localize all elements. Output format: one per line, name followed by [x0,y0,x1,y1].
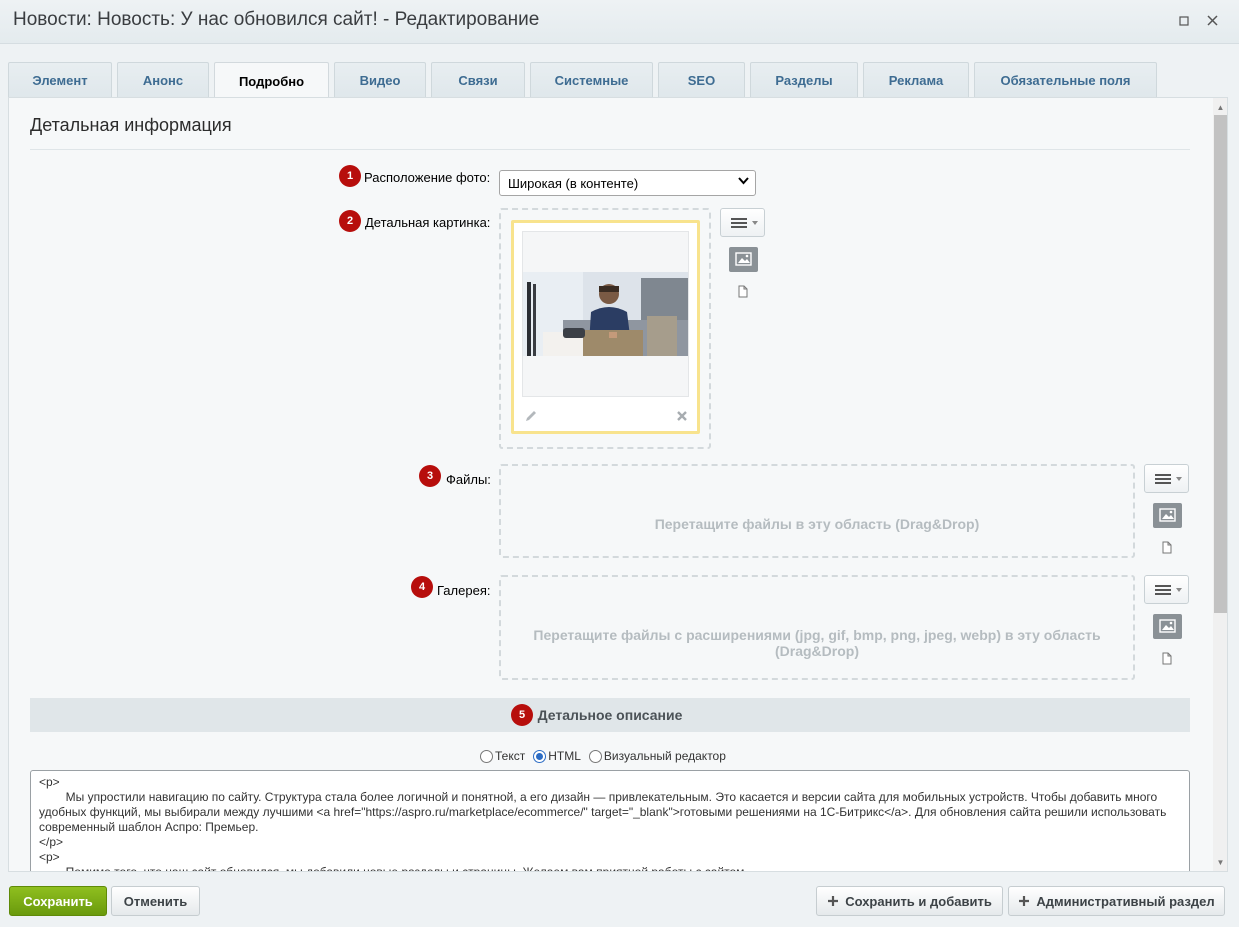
scroll-up-icon[interactable]: ▲ [1213,100,1227,115]
scrollbar-thumb[interactable] [1214,115,1227,613]
radio-text-label: Текст [495,749,526,763]
radio-html-label: HTML [548,749,581,763]
tab-element[interactable]: Элемент [8,62,112,98]
radio-visual-mode[interactable] [588,749,602,763]
save-and-add-button[interactable]: Сохранить и добавить [816,886,1003,916]
scroll-down-icon[interactable]: ▼ [1213,855,1227,870]
step-badge: 3 [419,465,441,487]
tab-details[interactable]: Подробно [214,62,329,99]
tab-required-fields[interactable]: Обязательные поля [974,62,1157,98]
plus-icon [1019,896,1030,906]
step-badge: 5 [511,704,533,726]
editor-mode-switch: Текст HTML Визуальный редактор [480,749,734,763]
plus-icon [828,896,839,906]
admin-section-label: Административный раздел [1036,893,1215,909]
menu-icon [731,218,758,228]
tab-bar: Элемент Анонс Подробно Видео Связи Систе… [8,62,1162,99]
image-library-button[interactable] [729,247,758,272]
file-icon[interactable] [1162,652,1172,665]
tab-seo[interactable]: SEO [658,62,745,98]
step-badge: 1 [339,165,361,187]
chevron-down-icon [738,174,749,188]
gallery-dropzone[interactable]: Перетащите файлы с расширениями (jpg, gi… [499,575,1135,680]
section-title: Детальная информация [30,115,232,135]
gallery-image-button[interactable] [1153,614,1182,639]
footer-bar: Сохранить Отменить Сохранить и добавить … [0,872,1239,927]
save-and-add-label: Сохранить и добавить [845,893,992,909]
description-title: Детальное описание [537,707,683,723]
radio-visual-label: Визуальный редактор [603,749,726,763]
photo-position-label: Расположение фото: [364,170,491,185]
file-icon[interactable] [738,285,748,298]
cancel-button[interactable]: Отменить [111,886,200,916]
files-dropzone-text: Перетащите файлы в эту область (Drag&Dro… [654,516,980,532]
close-icon[interactable] [1203,12,1221,30]
step-badge: 4 [411,576,433,598]
photo-position-select[interactable]: Широкая (в контенте) [499,170,756,196]
save-button[interactable]: Сохранить [9,886,107,916]
tab-system[interactable]: Системные [530,62,653,98]
tab-video[interactable]: Видео [334,62,426,98]
menu-icon [1155,474,1182,484]
step-badge: 2 [339,210,361,232]
gallery-dropzone-text-2: (Drag&Drop) [775,643,859,659]
radio-html-mode[interactable] [533,749,547,763]
menu-icon [1155,585,1182,595]
detail-picture-label: Детальная картинка: [365,215,491,230]
form-panel: Детальная информация 1 Расположение фото… [8,97,1228,872]
remove-icon[interactable] [676,409,688,427]
description-section-bar: Детальное описание [30,698,1190,732]
divider [30,149,1190,150]
image-preview[interactable] [522,231,689,397]
photo-position-value: Широкая (в контенте) [508,176,639,191]
gallery-label: Галерея: [437,583,491,598]
pencil-icon[interactable] [524,409,538,428]
image-icon [1159,508,1176,522]
window-title: Новости: Новость: У нас обновился сайт! … [13,9,540,30]
image-icon [735,252,752,266]
image-icon [1159,619,1176,633]
window-titlebar: Новости: Новость: У нас обновился сайт! … [0,0,1239,44]
file-icon[interactable] [1162,541,1172,554]
detail-picture-dropzone[interactable] [499,208,711,449]
photo-thumbnail [523,272,688,356]
gallery-dropzone-text: Перетащите файлы с расширениями (jpg, gi… [533,627,1101,643]
radio-text-mode[interactable] [480,749,493,763]
files-label: Файлы: [446,472,491,487]
files-dropzone[interactable]: Перетащите файлы в эту область (Drag&Dro… [499,464,1135,558]
gallery-menu-button[interactable] [1144,575,1189,604]
maximize-icon[interactable] [1175,12,1193,30]
admin-section-button[interactable]: Административный раздел [1008,886,1225,916]
tab-links[interactable]: Связи [431,62,525,98]
image-card [511,220,700,434]
description-textarea[interactable]: <p> Мы упростили навигацию по сайту. Стр… [30,770,1190,871]
files-menu-button[interactable] [1144,464,1189,493]
tab-announce[interactable]: Анонс [117,62,209,98]
picture-menu-button[interactable] [720,208,765,237]
tab-ads[interactable]: Реклама [863,62,969,98]
files-image-button[interactable] [1153,503,1182,528]
tab-sections[interactable]: Разделы [750,62,858,98]
